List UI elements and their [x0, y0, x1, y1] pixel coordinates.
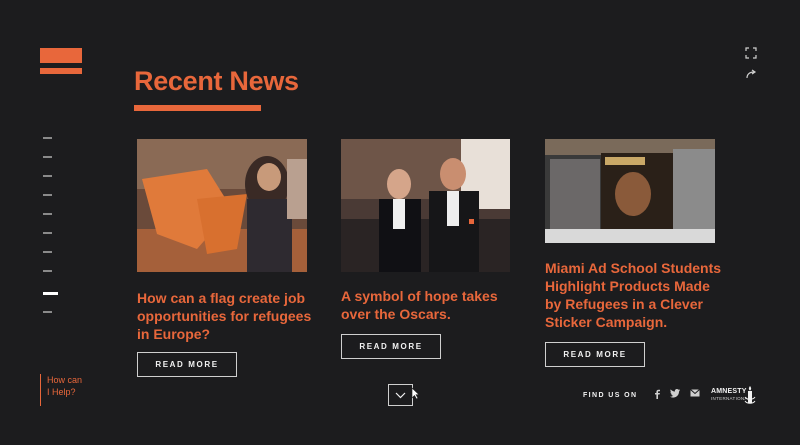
- news-image-flag[interactable]: [137, 139, 307, 272]
- news-title-3-line3: by Refugees in a Clever: [545, 296, 703, 312]
- news-title-3-line2: Highlight Products Made: [545, 278, 710, 294]
- news-image-oscars[interactable]: [341, 139, 510, 272]
- section-nav-item-8[interactable]: [43, 270, 52, 272]
- cursor-icon: [411, 387, 420, 400]
- read-more-button-1[interactable]: READ MORE: [137, 352, 237, 377]
- find-us-label: FIND US ON: [583, 392, 638, 399]
- scroll-down-button[interactable]: [388, 384, 413, 406]
- help-label-line1: How can: [47, 375, 83, 385]
- section-nav-item-6[interactable]: [43, 232, 52, 234]
- news-title-1-line2: opportunities for refugees: [137, 308, 312, 324]
- section-nav-item-10[interactable]: [43, 311, 52, 313]
- twitter-icon[interactable]: [669, 389, 681, 401]
- news-title-2-line1: A symbol of hope takes: [341, 288, 498, 304]
- news-card-1: How can a flag create job opportunities …: [137, 139, 311, 379]
- title-underline: [134, 105, 261, 111]
- read-more-button-3[interactable]: READ MORE: [545, 342, 645, 367]
- chevron-down-icon: [395, 392, 406, 398]
- section-nav-item-1[interactable]: [43, 137, 52, 139]
- news-title-3-line4: Sticker Campaign.: [545, 314, 668, 330]
- section-nav-item-7[interactable]: [43, 251, 52, 253]
- menu-bar-bottom: [40, 68, 82, 74]
- candle-icon: [744, 386, 756, 404]
- share-icon[interactable]: [745, 67, 759, 81]
- facebook-icon[interactable]: [651, 389, 663, 401]
- news-title-1-line1: How can a flag create job: [137, 290, 306, 306]
- section-nav-item-5[interactable]: [43, 213, 52, 215]
- news-title-1[interactable]: How can a flag create job opportunities …: [137, 289, 317, 343]
- news-card-2: A symbol of hope takes over the Oscars. …: [341, 139, 511, 359]
- mail-icon[interactable]: [689, 389, 701, 401]
- section-nav-item-2[interactable]: [43, 156, 52, 158]
- menu-icon[interactable]: [40, 48, 82, 75]
- news-title-3[interactable]: Miami Ad School Students Highlight Produ…: [545, 259, 745, 331]
- section-nav-item-3[interactable]: [43, 175, 52, 177]
- amnesty-logo[interactable]: AMNESTY INTERNATIONAL: [711, 385, 761, 407]
- news-title-2[interactable]: A symbol of hope takes over the Oscars.: [341, 287, 521, 323]
- section-nav-item-9-active[interactable]: [43, 292, 58, 295]
- news-card-3: Miami Ad School Students Highlight Produ…: [545, 139, 745, 369]
- section-nav-item-4[interactable]: [43, 194, 52, 196]
- read-more-button-2[interactable]: READ MORE: [341, 334, 441, 359]
- news-title-1-line3: in Europe?: [137, 326, 211, 342]
- menu-bar-top: [40, 48, 82, 63]
- news-title-2-line2: over the Oscars.: [341, 306, 451, 322]
- help-link[interactable]: How can I Help?: [40, 374, 92, 406]
- fullscreen-icon[interactable]: [745, 46, 759, 60]
- news-image-records[interactable]: [545, 139, 715, 243]
- news-title-3-line1: Miami Ad School Students: [545, 260, 722, 276]
- help-label-line2: I Help?: [47, 387, 76, 397]
- page-title: Recent News: [134, 66, 299, 96]
- logo-text-line1: AMNESTY: [711, 388, 747, 395]
